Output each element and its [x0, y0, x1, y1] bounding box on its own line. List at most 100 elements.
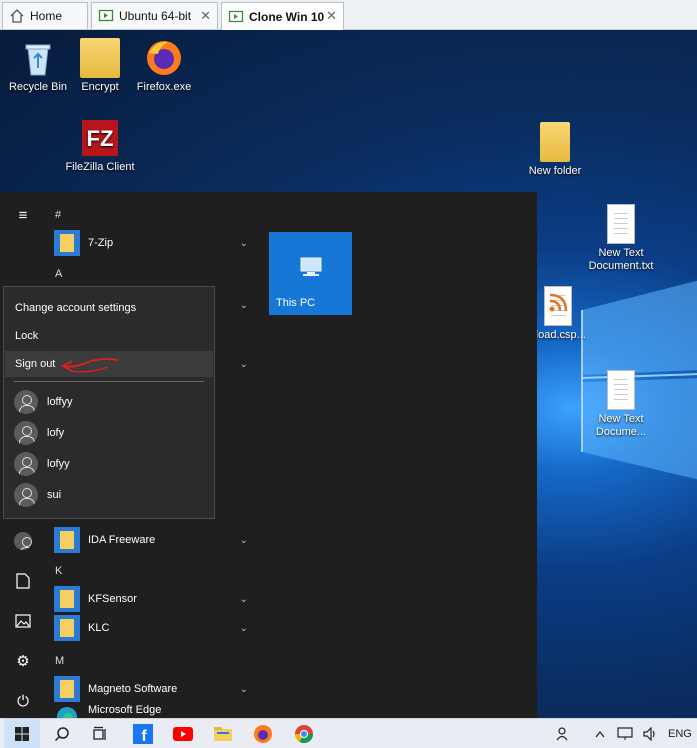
settings-gear-icon[interactable]: ⚙ [12, 650, 34, 672]
flyout-divider [14, 381, 204, 382]
folder-icon [540, 122, 570, 162]
start-button[interactable] [4, 719, 40, 748]
desktop-icon-new-text-document[interactable]: New Text Document.txt [583, 204, 659, 273]
section-header-m: M [55, 655, 65, 667]
task-view-icon[interactable] [82, 719, 118, 748]
file-explorer-icon[interactable] [205, 719, 241, 748]
chevron-down-icon[interactable]: ⌄ [240, 684, 248, 695]
pictures-icon[interactable] [12, 610, 34, 632]
upload-csp-label: ylоad.csp... [530, 329, 586, 341]
chrome-icon[interactable] [286, 719, 322, 748]
svg-text:FZ: FZ [87, 126, 114, 151]
change-account-settings-item[interactable]: Change account settings [5, 295, 213, 321]
user-avatar-icon [14, 483, 38, 507]
folder-icon [54, 615, 80, 641]
user-account-icon[interactable] [12, 530, 34, 552]
firefox-icon [144, 38, 184, 78]
account-flyout: Change account settings Lock Sign out lo… [3, 286, 215, 519]
lock-item[interactable]: Lock [5, 323, 213, 349]
section-header-k: K [55, 565, 63, 577]
user-name: sui [47, 489, 62, 501]
chevron-down-icon[interactable]: ⌄ [240, 238, 248, 249]
chevron-down-icon[interactable]: ⌄ [232, 292, 254, 318]
home-icon [9, 8, 25, 24]
filezilla-label: FileZilla Client [65, 161, 135, 173]
user-item-sui[interactable]: sui [14, 482, 61, 508]
app-item-ida[interactable]: IDA Freeware ⌄ [54, 527, 254, 553]
youtube-icon[interactable] [165, 719, 201, 748]
tab-ubuntu-label: Ubuntu 64-bit [119, 9, 192, 23]
chevron-down-icon[interactable]: ⌄ [240, 594, 248, 605]
vm-tab-strip: Home Ubuntu 64-bit ✕ Clone Win 10 ✕ [0, 0, 697, 31]
app-item-label: Microsoft Edge [88, 704, 162, 716]
new-text-doc-label: New Text Document.txt [588, 247, 654, 272]
app-item-kfsensor[interactable]: KFSensor ⌄ [54, 586, 254, 612]
edge-icon [54, 704, 80, 718]
desktop-icon-new-folder[interactable]: New folder [517, 122, 593, 178]
annotation-arrow [61, 358, 119, 373]
chevron-down-icon[interactable]: ⌄ [240, 535, 248, 546]
user-avatar-icon [14, 421, 38, 445]
app-item-label: KLC [88, 622, 110, 634]
tab-home[interactable]: Home [2, 2, 88, 29]
tab-home-label: Home [30, 9, 63, 23]
power-icon[interactable]: ⏻ [12, 690, 34, 712]
svg-text:f: f [141, 728, 147, 744]
app-item-label: Magneto Software [88, 683, 178, 695]
app-item-label: KFSensor [88, 593, 137, 605]
documents-icon[interactable] [12, 570, 34, 592]
tab-clone-win10-label: Clone Win 10 [249, 10, 325, 24]
tab-ubuntu[interactable]: Ubuntu 64-bit ✕ [91, 2, 218, 29]
user-name: lofyy [47, 458, 70, 470]
tile-this-pc-label: This PC [276, 297, 316, 309]
vm-icon [228, 9, 244, 25]
tab-clone-win10[interactable]: Clone Win 10 ✕ [221, 2, 344, 31]
avatar [14, 532, 32, 550]
recycle-bin-icon [18, 38, 58, 78]
user-item-loffyy[interactable]: loffyy [14, 389, 72, 415]
firefox-icon[interactable] [245, 719, 281, 748]
folder-icon [54, 230, 80, 256]
desktop-icon-new-text-document-2[interactable]: New Text Docume... [583, 370, 659, 439]
close-icon[interactable]: ✕ [326, 8, 337, 24]
computer-icon [300, 257, 322, 276]
network-icon[interactable] [617, 719, 633, 748]
facebook-icon[interactable]: f [125, 719, 161, 748]
section-header-hash: # [55, 209, 62, 221]
chevron-down-icon[interactable]: ⌄ [240, 623, 248, 634]
search-icon[interactable] [44, 719, 80, 748]
hamburger-menu-icon[interactable]: ≡ [12, 204, 34, 226]
folder-icon [54, 586, 80, 612]
recycle-bin-label: Recycle Bin [8, 81, 68, 93]
text-document-icon [607, 204, 635, 244]
app-item-7zip[interactable]: 7-Zip ⌄ [54, 230, 254, 256]
app-item-edge[interactable]: Microsoft Edge [54, 704, 254, 718]
user-avatar-icon [14, 452, 38, 476]
app-item-label: IDA Freeware [88, 534, 156, 546]
encrypt-label: Encrypt [81, 81, 119, 93]
filezilla-icon: FZ [80, 118, 120, 158]
folder-icon [54, 676, 80, 702]
volume-icon[interactable] [643, 719, 659, 748]
rss-file-icon [544, 286, 572, 326]
desktop-icon-firefox[interactable]: Firefox.exe [126, 38, 202, 94]
app-item-klc[interactable]: KLC ⌄ [54, 615, 254, 641]
desktop-icon-filezilla[interactable]: FZ FileZilla Client [61, 118, 139, 174]
user-item-lofyy[interactable]: lofyy [14, 451, 70, 477]
people-icon[interactable] [556, 719, 572, 748]
folder-icon [80, 38, 120, 78]
user-item-lofy[interactable]: lofy [14, 420, 64, 446]
language-indicator[interactable]: ENG [668, 719, 692, 748]
vm-icon [98, 8, 114, 24]
windows-logo-icon [15, 727, 29, 741]
tile-this-pc[interactable]: This PC [269, 232, 352, 315]
new-text-doc2-label: New Text Docume... [595, 413, 647, 438]
app-item-magneto[interactable]: Magneto Software ⌄ [54, 676, 254, 702]
section-header-a: A [55, 268, 63, 280]
firefox-label: Firefox.exe [136, 81, 192, 93]
user-name: loffyy [47, 396, 73, 408]
close-icon[interactable]: ✕ [200, 8, 211, 24]
user-name: lofy [47, 427, 65, 439]
chevron-down-icon[interactable]: ⌄ [232, 351, 254, 377]
chevron-up-icon[interactable] [595, 719, 605, 748]
